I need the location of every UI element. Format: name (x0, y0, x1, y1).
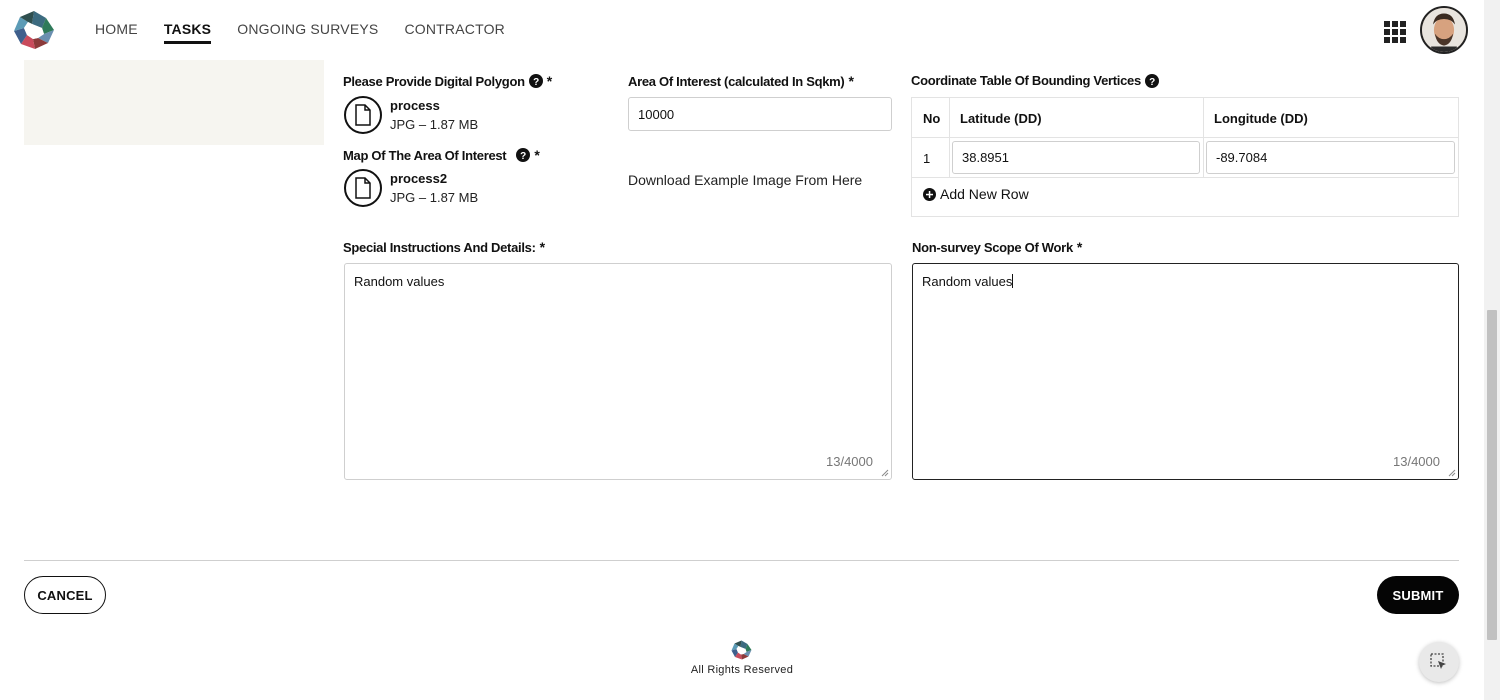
scope-label-row: Non-survey Scope Of Work * (912, 239, 1082, 255)
coord-label: Coordinate Table Of Bounding Vertices (911, 73, 1141, 88)
nav-tasks[interactable]: TASKS (163, 0, 212, 44)
coordinate-table: No Latitude (DD) Longitude (DD) 1 38.895… (911, 97, 1459, 217)
footer-divider (24, 560, 1459, 561)
area-label: Area Of Interest (calculated In Sqkm) (628, 73, 845, 89)
footer-logo (731, 640, 752, 660)
map-label: Map Of The Area Of Interest (343, 147, 507, 163)
file-icon-wrap (344, 169, 382, 207)
row-number: 1 (923, 150, 931, 166)
brand-logo[interactable] (13, 10, 55, 50)
special-label: Special Instructions And Details: (343, 239, 536, 255)
svg-text:?: ? (533, 77, 539, 88)
add-new-row-label: Add New Row (940, 186, 1029, 202)
question-circle-icon[interactable]: ? (516, 148, 531, 162)
polygon-label-row: Please Provide Digital Polygon ? * (343, 73, 552, 89)
file-icon-wrap (344, 96, 382, 134)
col-no: No (923, 110, 941, 126)
footer-copyright: All Rights Reserved (690, 664, 794, 676)
polygon-file[interactable]: process JPG – 1.87 MB (344, 96, 478, 134)
polygon-file-name: process (390, 98, 440, 113)
required-mark: * (1076, 239, 1083, 255)
page-scrollbar[interactable] (1484, 0, 1500, 700)
required-mark: * (534, 147, 540, 163)
longitude-input[interactable]: -89.7084 (1206, 141, 1455, 174)
resize-handle-icon[interactable] (1448, 469, 1456, 477)
scope-of-work-value: Random values (922, 274, 1014, 289)
nav-contractor[interactable]: CONTRACTOR (404, 0, 505, 44)
cancel-button[interactable]: CANCEL (24, 576, 106, 614)
submit-button[interactable]: SUBMIT (1377, 576, 1459, 614)
floating-action-button[interactable] (1419, 642, 1459, 682)
col-longitude: Longitude (DD) (1214, 110, 1308, 126)
avatar-image (1422, 8, 1466, 52)
svg-text:?: ? (520, 151, 526, 162)
file-icon (355, 104, 371, 126)
map-file[interactable]: process2 JPG – 1.87 MB (344, 169, 478, 207)
question-circle-icon[interactable]: ? (528, 74, 543, 88)
table-header: No Latitude (DD) Longitude (DD) (912, 98, 1458, 138)
download-example-link[interactable]: Download Example Image From Here (628, 172, 862, 188)
character-count: 13/4000 (826, 454, 873, 469)
resize-handle-icon[interactable] (881, 469, 889, 477)
polygon-label: Please Provide Digital Polygon (343, 73, 525, 89)
nav-home[interactable]: HOME (95, 0, 138, 44)
scrollbar-thumb[interactable] (1487, 310, 1497, 640)
character-count: 13/4000 (1393, 454, 1440, 469)
special-instructions-value: Random values (354, 274, 445, 289)
special-label-row: Special Instructions And Details: * (343, 239, 545, 255)
required-mark: * (546, 73, 552, 89)
area-label-row: Area Of Interest (calculated In Sqkm) * (628, 73, 854, 89)
col-latitude: Latitude (DD) (960, 110, 1042, 126)
map-file-name: process2 (390, 171, 448, 186)
main-nav: HOME TASKS ONGOING SURVEYS CONTRACTOR (95, 0, 505, 60)
svg-text:?: ? (1149, 77, 1155, 88)
nav-ongoing-surveys[interactable]: ONGOING SURVEYS (237, 0, 378, 44)
file-icon (355, 177, 371, 199)
required-mark: * (848, 73, 854, 89)
add-new-row-button[interactable]: Add New Row (923, 186, 1029, 202)
side-panel-placeholder (24, 60, 324, 145)
question-circle-icon[interactable]: ? (1144, 73, 1159, 88)
plus-circle-icon (923, 187, 936, 201)
map-label-row: Map Of The Area Of Interest ? * (343, 147, 540, 163)
polygon-file-meta: JPG – 1.87 MB (390, 117, 479, 132)
table-row: 1 38.8951 -89.7084 (912, 138, 1458, 178)
coord-label-row: Coordinate Table Of Bounding Vertices ? (911, 73, 1159, 88)
top-navbar: HOME TASKS ONGOING SURVEYS CONTRACTOR (0, 0, 1484, 60)
scope-of-work-textarea[interactable]: Random values 13/4000 (912, 263, 1459, 480)
text-caret (1012, 274, 1014, 288)
user-avatar[interactable] (1420, 6, 1468, 54)
map-file-meta: JPG – 1.87 MB (390, 190, 479, 205)
special-instructions-textarea[interactable]: Random values 13/4000 (344, 263, 892, 480)
cursor-select-icon (1430, 653, 1446, 669)
area-input[interactable]: 10000 (628, 97, 892, 131)
latitude-input[interactable]: 38.8951 (952, 141, 1200, 174)
grid-icon[interactable] (1383, 20, 1407, 44)
required-mark: * (539, 239, 545, 255)
scope-label: Non-survey Scope Of Work (912, 239, 1073, 255)
